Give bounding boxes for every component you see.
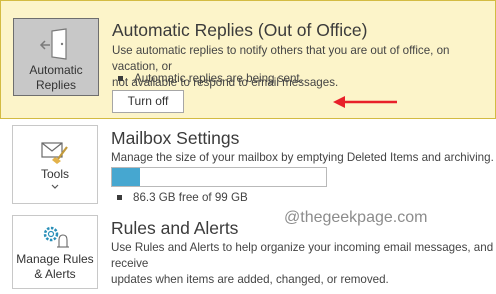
rules-description-line-2: updates when items are added, changed, o…	[111, 273, 389, 286]
mailbox-settings-panel: Tools Mailbox Settings Manage the size o…	[0, 119, 496, 209]
manage-rules-alerts-button[interactable]: Manage Rules & Alerts	[12, 215, 98, 289]
rules-and-alerts-description: Use Rules and Alerts to help organize yo…	[111, 240, 496, 288]
mailbox-settings-title: Mailbox Settings	[111, 128, 240, 148]
door-exit-arrow-icon	[39, 28, 67, 60]
automatic-replies-description-line-1: Use automatic replies to notify others t…	[112, 44, 450, 73]
turn-off-button[interactable]: Turn off	[112, 90, 184, 113]
mailbox-storage-bar	[111, 167, 327, 187]
watermark: @thegeekpage.com	[284, 209, 428, 226]
red-arrow-icon	[333, 96, 397, 108]
tools-tile-label: Tools	[40, 167, 69, 181]
automatic-replies-title: Automatic Replies (Out of Office)	[112, 20, 368, 40]
mailbox-storage-fill	[112, 168, 140, 186]
automatic-replies-button[interactable]: Automatic Replies	[13, 18, 99, 96]
manage-rules-tile-label: Manage Rules	[16, 252, 94, 266]
envelope-broom-icon	[41, 142, 68, 164]
automatic-replies-status-text: Automatic replies are being sent.	[134, 72, 303, 85]
tools-button[interactable]: Tools	[12, 125, 98, 204]
rules-description-line-1: Use Rules and Alerts to help organize yo…	[111, 241, 494, 270]
automatic-replies-tile-label: Automatic	[29, 63, 83, 77]
rules-and-alerts-title: Rules and Alerts	[111, 218, 239, 238]
chevron-down-icon	[51, 184, 59, 189]
manage-rules-tile-label-2: & Alerts	[34, 267, 76, 281]
gear-bell-icon	[43, 226, 69, 248]
automatic-replies-tile-label-2: Replies	[35, 78, 76, 92]
bullet-icon	[118, 76, 123, 81]
mailbox-storage-text: 86.3 GB free of 99 GB	[133, 191, 248, 204]
mailbox-settings-description: Manage the size of your mailbox by empty…	[111, 151, 494, 164]
bullet-icon	[117, 195, 122, 200]
mailbox-storage-info: 86.3 GB free of 99 GB	[117, 191, 248, 204]
automatic-replies-status: Automatic replies are being sent.	[118, 72, 303, 85]
automatic-replies-panel: Automatic Replies Automatic Replies (Out…	[0, 0, 496, 119]
